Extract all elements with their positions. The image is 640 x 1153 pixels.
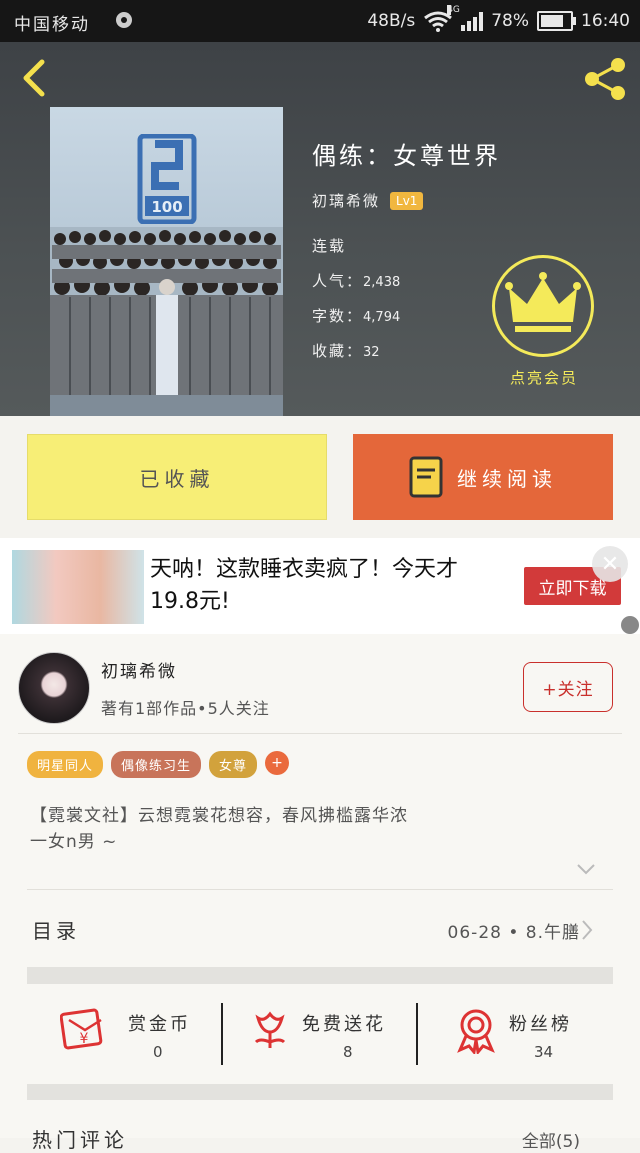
fan-ranking[interactable]: 粉丝榜 34 (455, 1000, 625, 1070)
ad-image[interactable] (12, 550, 144, 624)
share-icon[interactable] (582, 56, 628, 102)
clock: 16:40 (581, 11, 630, 31)
vip-label: 点亮会员 (509, 369, 578, 387)
red-envelope-icon: ¥ (60, 1008, 103, 1050)
reward-coins-label: 赏金币 (128, 1014, 191, 1035)
follow-button[interactable]: +关注 (523, 662, 613, 712)
ad-text[interactable]: 天呐！这款睡衣卖疯了！今天才19.8元! (150, 554, 505, 618)
favorites-stat: 收藏：32 (312, 340, 380, 361)
cover-badge: 100 (151, 198, 182, 216)
book-author-row: 初璃希微 Lv1 (312, 190, 424, 211)
popularity-value: 2,438 (363, 275, 401, 290)
battery-icon (537, 11, 576, 31)
close-icon[interactable]: ✕ (592, 546, 628, 582)
back-arrow-icon[interactable] (18, 58, 48, 98)
medal-icon (457, 1009, 495, 1054)
favorited-label: 已收藏 (139, 466, 215, 491)
notification-icon (116, 12, 132, 28)
level-badge: Lv1 (390, 191, 424, 210)
free-flowers-label: 免费送花 (302, 1014, 386, 1035)
book-title: 偶练：女尊世界 (312, 142, 501, 170)
free-flowers-value: 8 (343, 1043, 353, 1061)
favorites-value: 32 (363, 345, 380, 360)
section-separator (27, 967, 613, 984)
free-flowers[interactable]: 免费送花 8 (250, 1000, 420, 1070)
favorites-label: 收藏： (312, 342, 364, 360)
divider (27, 889, 613, 890)
reward-coins-value: 0 (153, 1043, 163, 1061)
network-type: 4G (447, 5, 460, 15)
continue-reading-button[interactable]: 继续阅读 (353, 434, 613, 520)
word-count-stat: 字数：4,794 (312, 305, 400, 326)
divider (416, 1003, 418, 1065)
signal-icon: 4G (447, 5, 484, 31)
book-cover[interactable]: 100 (50, 107, 283, 416)
carrier-label: 中国移动 (14, 15, 90, 35)
author-name[interactable]: 初璃希微 (101, 657, 177, 682)
serial-status: 连载 (312, 237, 347, 255)
section-separator (27, 1084, 613, 1100)
fan-ranking-label: 粉丝榜 (509, 1014, 572, 1035)
word-count-value: 4,794 (363, 310, 401, 325)
favorited-button[interactable]: 已收藏 (27, 434, 327, 520)
all-comments-link[interactable]: 全部(5) (522, 1127, 580, 1152)
show-logo-icon: 100 (137, 134, 197, 224)
divider (18, 733, 622, 734)
hot-comments-label: 热门评论 (32, 1128, 128, 1152)
toc-label[interactable]: 目录 (32, 915, 80, 944)
popularity-stat: 人气：2,438 (312, 270, 400, 291)
latest-chapter[interactable]: 06-28 • 8.午膳 (448, 918, 580, 943)
ad-mark-icon (621, 616, 639, 634)
book-author[interactable]: 初璃希微 (312, 190, 380, 211)
tag-item[interactable]: 明星同人 (27, 751, 104, 778)
avatar[interactable] (18, 652, 90, 724)
vip-button[interactable] (492, 255, 594, 357)
battery-percent: 78% (491, 11, 529, 31)
chevron-right-icon[interactable] (580, 919, 594, 941)
status-bar: 中国移动 48B/s 4G 78% 16:40 (0, 0, 640, 42)
cover-crowd-image (50, 227, 283, 416)
author-stats: 著有1部作品•5人关注 (101, 699, 270, 718)
book-description: 【霓裳文社】云想霓裳花想容，春风拂槛露华浓 一女n男 ~ (30, 806, 408, 852)
chevron-down-icon[interactable] (576, 862, 596, 876)
continue-reading-label: 继续阅读 (457, 466, 557, 491)
tag-item[interactable]: 偶像练习生 (111, 751, 202, 778)
book-icon (409, 456, 443, 498)
flower-icon (254, 1011, 286, 1048)
svg-text:¥: ¥ (80, 1031, 89, 1047)
divider (221, 1003, 223, 1065)
popularity-label: 人气： (312, 272, 364, 290)
tag-item[interactable]: 女尊 (209, 751, 258, 778)
tag-list: 明星同人 偶像练习生 女尊 + (27, 751, 290, 778)
crown-icon (505, 272, 581, 332)
add-tag-button[interactable]: + (265, 751, 290, 775)
word-count-label: 字数： (312, 307, 364, 325)
reward-coins[interactable]: ¥ 赏金币 0 (60, 1000, 230, 1070)
fan-ranking-value: 34 (534, 1043, 554, 1061)
network-speed: 48B/s (367, 11, 416, 31)
